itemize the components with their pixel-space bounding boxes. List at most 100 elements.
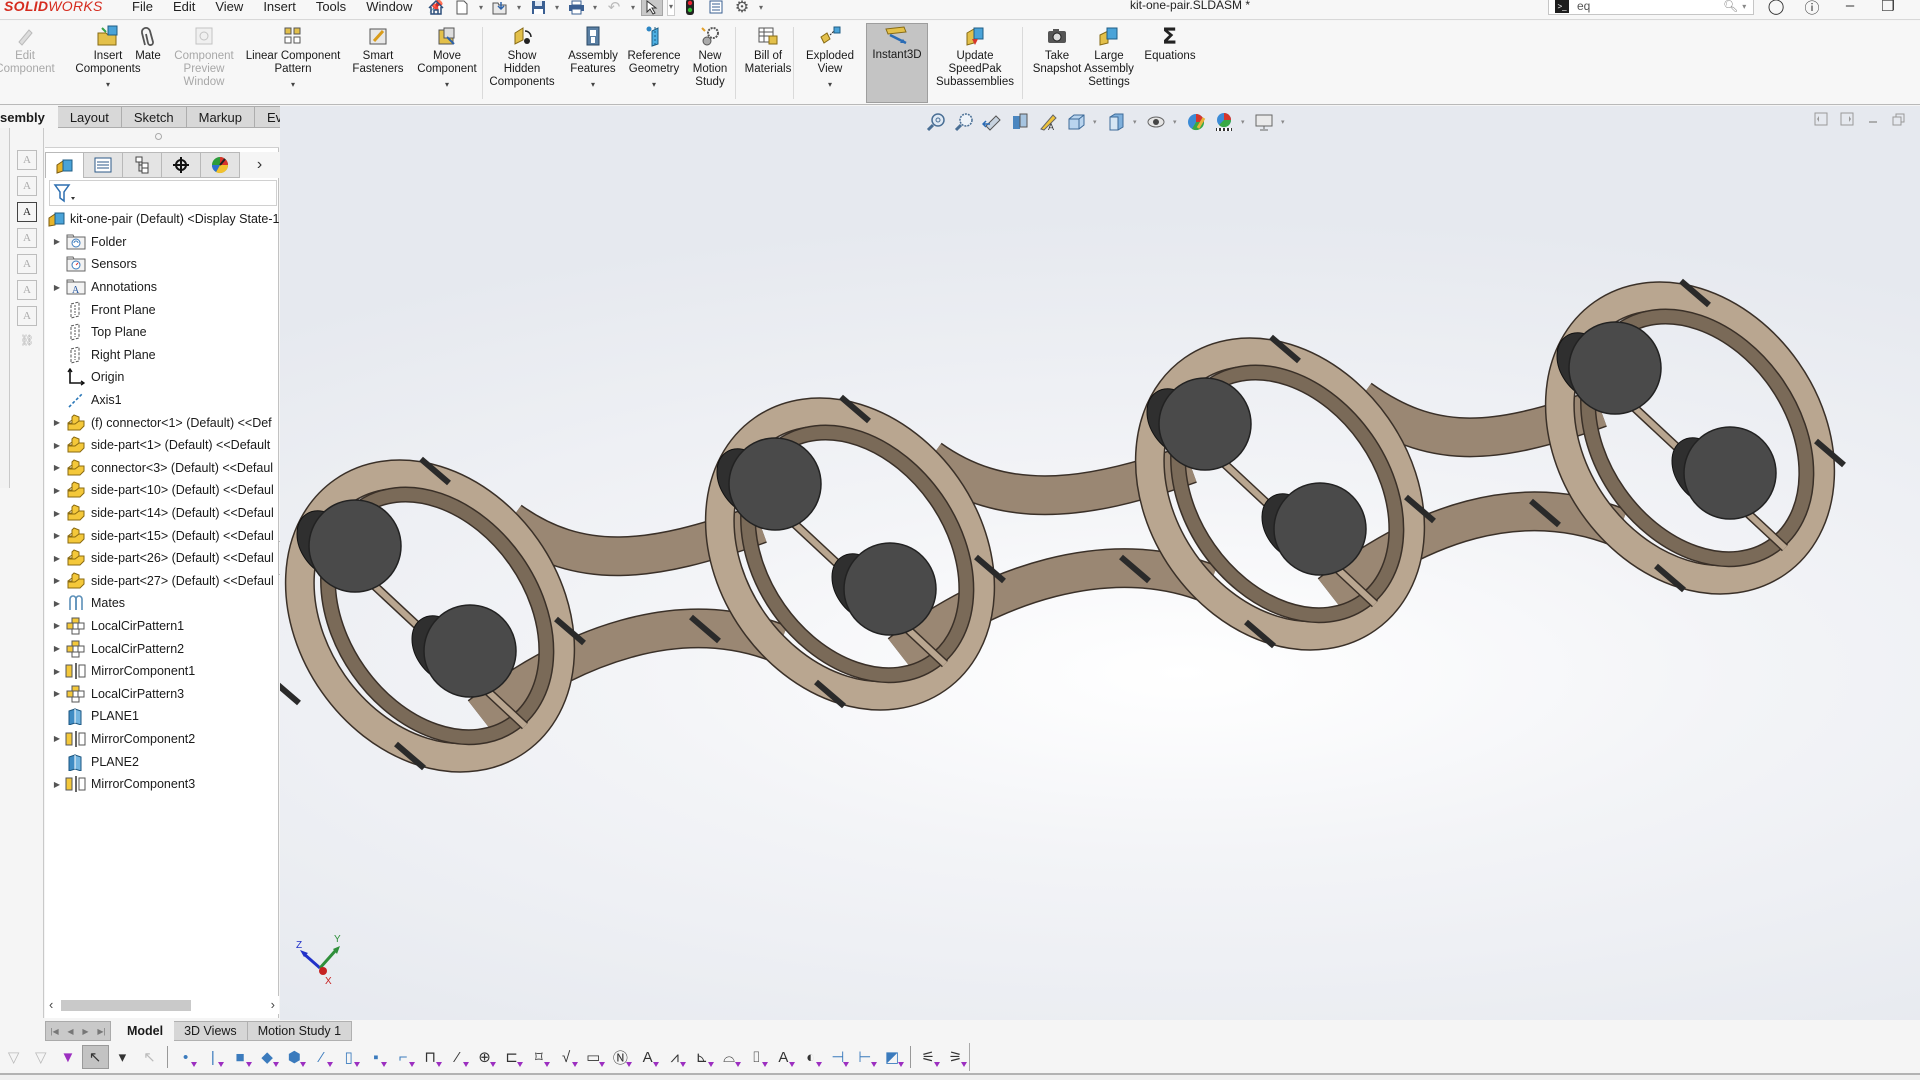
- expand-arrow-icon[interactable]: ▶: [49, 780, 65, 789]
- tab-scroll-buttons[interactable]: |◀ ◀ ▶ ▶|: [45, 1021, 111, 1041]
- tree-item-plane2[interactable]: PLANE2: [45, 750, 279, 773]
- new-dropdown-icon[interactable]: ▾: [477, 3, 485, 12]
- expand-arrow-icon[interactable]: ▶: [49, 531, 65, 540]
- property-manager-tab[interactable]: [84, 152, 124, 178]
- tree-item-side-part-26-default-defaul[interactable]: ▶ side-part<26> (Default) <<Defaul: [45, 547, 279, 570]
- tree-item-side-part-10-default-defaul[interactable]: ▶ side-part<10> (Default) <<Defaul: [45, 479, 279, 502]
- tab-model[interactable]: Model: [111, 1021, 175, 1041]
- filter-centerline-icon[interactable]: ⊕: [471, 1045, 498, 1069]
- tree-item-sensors[interactable]: Sensors: [45, 253, 279, 276]
- tree-item-localcirpattern2[interactable]: ▶ LocalCirPattern2: [45, 637, 279, 660]
- tab-3d-views[interactable]: 3D Views: [174, 1021, 248, 1041]
- tree-item-side-part-15-default-defaul[interactable]: ▶ side-part<15> (Default) <<Defaul: [45, 524, 279, 547]
- tree-item-mirrorcomponent2[interactable]: ▶ MirrorComponent2: [45, 728, 279, 751]
- expand-arrow-icon[interactable]: ▶: [49, 621, 65, 630]
- smart-fasteners-button[interactable]: Smart Fasteners: [350, 25, 406, 103]
- annotation-a-icon[interactable]: A: [17, 150, 37, 170]
- expand-arrow-icon[interactable]: ▶: [49, 418, 65, 427]
- tab-assembly[interactable]: sembly: [0, 106, 58, 128]
- undo-dropdown-icon[interactable]: ▾: [629, 3, 637, 12]
- dropdown-caret-icon[interactable]: ▾: [445, 78, 449, 91]
- linear-component-pattern-button[interactable]: Linear Component Pattern ▾: [242, 25, 344, 103]
- dimxpert-manager-tab[interactable]: [162, 152, 202, 178]
- filter-connection-points-icon[interactable]: ⊣: [824, 1045, 851, 1069]
- annotation-link-icon[interactable]: ⛓: [17, 332, 37, 352]
- tree-horizontal-scrollbar[interactable]: ‹ ›: [45, 996, 279, 1014]
- save-icon[interactable]: [527, 0, 549, 16]
- menu-file[interactable]: File: [122, 0, 163, 13]
- user-account-icon[interactable]: ◯: [1764, 0, 1788, 15]
- display-manager-tab[interactable]: [201, 152, 241, 178]
- annotation-edit-icon[interactable]: A: [17, 176, 37, 196]
- instant3d-button[interactable]: Instant3D: [866, 23, 928, 103]
- search-input[interactable]: [1577, 0, 1717, 13]
- open-dropdown-icon[interactable]: ▾: [515, 3, 523, 12]
- filter-geometric-tolerance-icon[interactable]: √: [552, 1045, 579, 1069]
- assembly-features-button[interactable]: Assembly Features ▾: [564, 25, 622, 103]
- bill-of-materials-button[interactable]: Bill of Materials: [740, 25, 796, 103]
- graphics-area[interactable]: A ▾ ▾ ▾ ▾ ▾ Z Y X: [280, 106, 1920, 1020]
- new-motion-study-button[interactable]: New Motion Study: [686, 25, 734, 103]
- restore-icon[interactable]: ❐: [1876, 0, 1900, 15]
- print-icon[interactable]: [565, 0, 587, 16]
- last-tab-icon[interactable]: ▶|: [97, 1027, 105, 1036]
- filter-annotations-icon[interactable]: A: [770, 1045, 797, 1069]
- tree-item-connector-3-default-defaul[interactable]: ▶ connector<3> (Default) <<Defaul: [45, 457, 279, 480]
- expand-arrow-icon[interactable]: ▶: [49, 441, 65, 450]
- dropdown-caret-icon[interactable]: ▾: [591, 78, 595, 91]
- update-speedpak-subassemblies-button[interactable]: Update SpeedPak Subassemblies: [934, 25, 1016, 103]
- tree-root-assembly[interactable]: kit-one-pair (Default) <Display State-1: [45, 208, 279, 231]
- expand-arrow-icon[interactable]: ▶: [49, 689, 65, 698]
- feature-manager-tab[interactable]: [45, 152, 85, 178]
- filter-center-marks-icon[interactable]: ⁄: [444, 1045, 471, 1069]
- menu-window[interactable]: Window: [356, 0, 422, 13]
- dropdown-caret-icon[interactable]: ▾: [106, 78, 110, 91]
- options-gear-icon[interactable]: ⚙: [731, 0, 753, 16]
- undo-icon[interactable]: ↶: [603, 0, 625, 16]
- tree-item-localcirpattern1[interactable]: ▶ LocalCirPattern1: [45, 615, 279, 638]
- equations-button[interactable]: Σ Equations: [1138, 25, 1202, 103]
- tree-item-annotations[interactable]: ▶ A Annotations: [45, 276, 279, 299]
- filter-axes-icon[interactable]: ⁄: [308, 1045, 335, 1069]
- exploded-view-button[interactable]: Exploded View ▾: [800, 25, 860, 103]
- tree-item-mates[interactable]: ▶ Mates: [45, 592, 279, 615]
- minimize-icon[interactable]: –: [1838, 0, 1862, 14]
- filter-toolbar-funnel-icon[interactable]: ▼: [54, 1045, 81, 1069]
- prev-tab-icon[interactable]: ◀: [67, 1027, 73, 1036]
- help-icon[interactable]: ⓘ: [1800, 0, 1824, 18]
- tree-filter[interactable]: [49, 180, 277, 206]
- filter-midpoints-icon[interactable]: ⊓: [417, 1045, 444, 1069]
- filter-datum-features-icon[interactable]: Ⓝ: [607, 1045, 634, 1069]
- dropdown-caret-icon[interactable]: ▾: [652, 78, 656, 91]
- expand-arrow-icon[interactable]: ▶: [49, 509, 65, 518]
- filter-surface-bodies-icon[interactable]: ◆: [254, 1045, 281, 1069]
- dropdown-caret-icon[interactable]: ▾: [291, 78, 295, 91]
- print-dropdown-icon[interactable]: ▾: [591, 3, 599, 12]
- expand-arrow-icon[interactable]: ▶: [49, 667, 65, 676]
- filter-mesh-facet-edges-icon[interactable]: ⚟: [915, 1045, 942, 1069]
- filter-center-of-mass-icon[interactable]: ◐: [797, 1045, 824, 1069]
- solidworks-logo[interactable]: SOLIDWORKS: [4, 0, 103, 14]
- filter-sketch-segments-icon[interactable]: ⌐: [389, 1045, 416, 1069]
- take-snapshot-button[interactable]: Take Snapshot: [1033, 25, 1081, 103]
- tree-item-right-plane[interactable]: Right Plane: [45, 344, 279, 367]
- tree-item-top-plane[interactable]: Top Plane: [45, 321, 279, 344]
- search-dropdown-icon[interactable]: ▾: [1742, 2, 1746, 11]
- expand-arrow-icon[interactable]: ▶: [49, 237, 65, 246]
- select-arrow-icon[interactable]: ↖: [81, 1045, 109, 1069]
- tree-item-front-plane[interactable]: Front Plane: [45, 298, 279, 321]
- filter-routing-points-icon[interactable]: ⊢: [851, 1045, 878, 1069]
- tab-sketch[interactable]: Sketch: [121, 106, 187, 128]
- expand-arrow-icon[interactable]: ▶: [49, 599, 65, 608]
- search-commands-box[interactable]: >_ 🔍︎ ▾: [1548, 0, 1754, 15]
- expand-arrow-icon[interactable]: ▶: [49, 644, 65, 653]
- new-document-icon[interactable]: [451, 0, 473, 16]
- tree-item-folder[interactable]: ▶ Folder: [45, 231, 279, 254]
- scroll-right-arrow-icon[interactable]: ›: [271, 997, 275, 1012]
- tab-motion-study-1[interactable]: Motion Study 1: [247, 1021, 353, 1041]
- large-assembly-settings-button[interactable]: Large Assembly Settings: [1080, 25, 1138, 103]
- filter-mesh-facet-vertices-icon[interactable]: ⚞: [942, 1045, 969, 1069]
- first-tab-icon[interactable]: |◀: [50, 1027, 58, 1036]
- filter-surface-finish-icon[interactable]: ⌑: [525, 1045, 552, 1069]
- more-tabs-chevron-icon[interactable]: ›: [240, 152, 279, 178]
